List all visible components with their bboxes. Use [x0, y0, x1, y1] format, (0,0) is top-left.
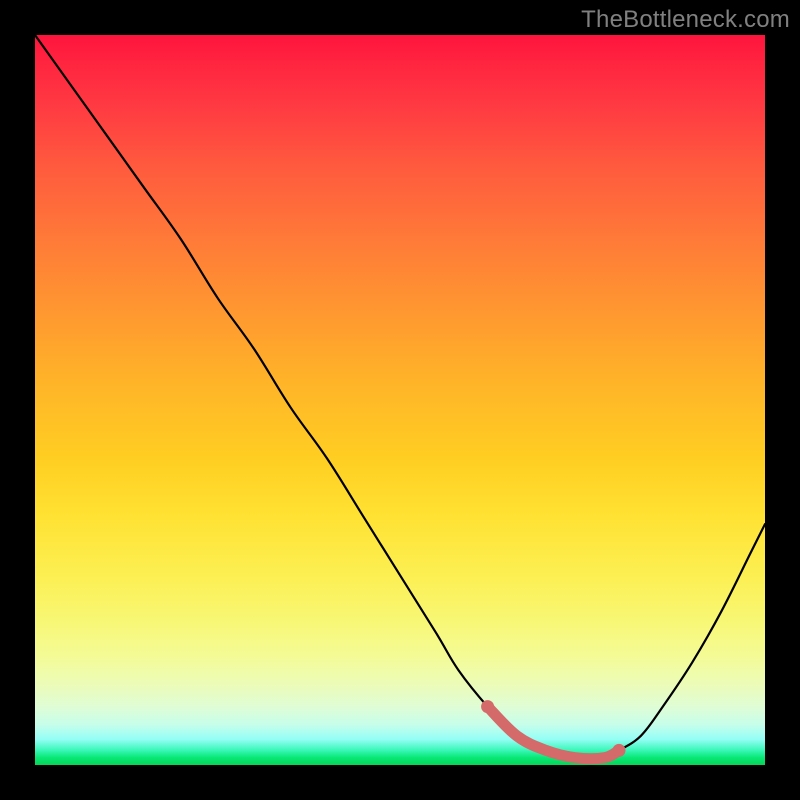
plot-area: [35, 35, 765, 765]
highlight-dot-end: [613, 744, 626, 757]
highlight-segment: [488, 707, 619, 759]
chart-frame: TheBottleneck.com: [0, 0, 800, 800]
bottleneck-curve: [35, 35, 765, 759]
chart-svg: [35, 35, 765, 765]
highlight-dot-start: [481, 700, 494, 713]
watermark-text: TheBottleneck.com: [581, 6, 790, 34]
